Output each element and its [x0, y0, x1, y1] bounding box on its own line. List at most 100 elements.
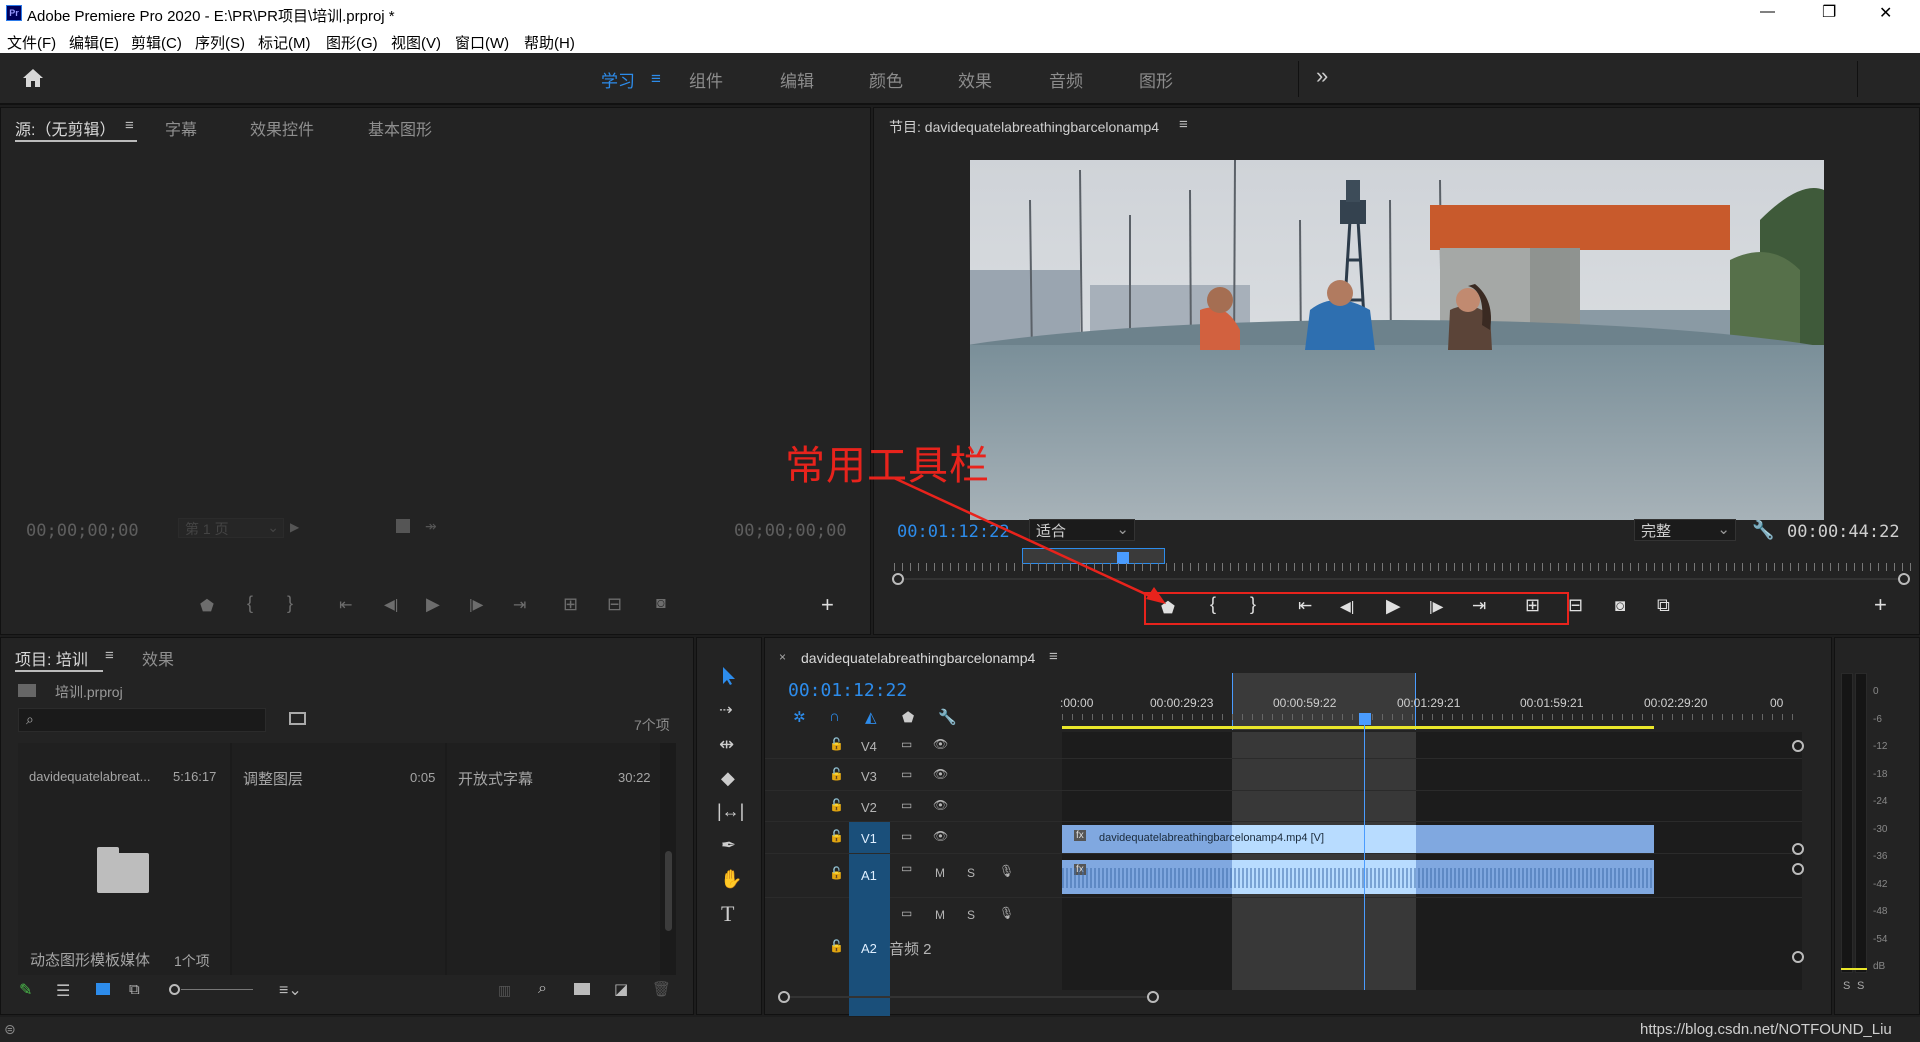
slip-tool-icon[interactable]: |↔| [717, 801, 744, 822]
nest-icon[interactable]: ✲ [793, 708, 806, 726]
project-item[interactable]: 开放式字幕 30:22 [447, 743, 660, 975]
type-tool-icon[interactable]: T [721, 901, 734, 927]
workspace-tab-graphics[interactable]: 图形 [1139, 67, 1173, 92]
sync-lock-icon[interactable]: ▭ [901, 829, 912, 843]
menu-window[interactable]: 窗口(W) [455, 32, 509, 53]
timeline-settings-icon[interactable]: 🔧 [938, 708, 957, 726]
tab-captions[interactable]: 字幕 [165, 116, 197, 140]
comparison-view-icon[interactable]: ⧉ [1657, 595, 1670, 616]
project-item[interactable]: 调整图层 0:05 [232, 743, 445, 975]
mic-icon[interactable]: 🎙 [999, 864, 1014, 878]
tab-source[interactable]: 源:（无剪辑） [15, 116, 115, 140]
menu-graphics[interactable]: 图形(G) [326, 32, 378, 53]
freeform-view-icon[interactable]: ⧉ [129, 981, 140, 998]
workspace-tab-assembly[interactable]: 组件 [689, 67, 723, 92]
tab-project[interactable]: 项目: 培训 [15, 646, 88, 670]
sequence-tab[interactable]: davidequatelabreathingbarcelonamp4 [801, 650, 1035, 666]
razor-tool-icon[interactable]: ◆ [721, 768, 735, 789]
sync-lock-icon[interactable]: ▭ [901, 861, 912, 875]
source-marker-icon[interactable]: ⬟ [200, 596, 214, 616]
solo-left-button[interactable]: S [1843, 980, 1850, 992]
write-lock-icon[interactable]: ✎ [19, 980, 32, 1000]
source-insert-icon[interactable]: ⊞ [563, 594, 578, 615]
workspace-tab-learn[interactable]: 学习 [601, 67, 635, 92]
minimize-button[interactable]: — [1760, 3, 1775, 20]
tab-effect-controls[interactable]: 效果控件 [250, 116, 314, 140]
tab-effects[interactable]: 效果 [142, 646, 174, 670]
timeline-marker-icon[interactable]: ⬟ [902, 709, 914, 726]
settings-wrench-icon[interactable]: 🔧 [1752, 520, 1774, 541]
solo-button[interactable]: S [967, 866, 975, 880]
v-scroll-video-bottom[interactable] [1792, 843, 1804, 855]
project-item[interactable]: davidequatelabreat... 5:16:17 动态图形模板媒体 1… [18, 743, 230, 975]
step-forward-icon[interactable]: |▶ [1429, 598, 1443, 615]
program-scroll-end[interactable] [1898, 573, 1910, 585]
eye-icon[interactable]: 👁 [933, 737, 948, 751]
maximize-button[interactable]: ❐ [1822, 2, 1836, 22]
zoom-slider-track[interactable] [181, 989, 253, 990]
menu-edit[interactable]: 编辑(E) [69, 32, 119, 53]
sequence-timecode[interactable]: 00:01:12:22 [788, 680, 907, 701]
new-bin-icon[interactable] [574, 983, 590, 995]
menu-marker[interactable]: 标记(M) [258, 32, 311, 53]
program-add-button[interactable]: + [1874, 592, 1887, 618]
mark-in-icon[interactable]: { [1210, 594, 1216, 615]
source-mark-in-icon[interactable]: { [247, 593, 253, 614]
lock-icon[interactable]: 🔓 [829, 798, 844, 812]
play-icon[interactable]: ▶ [1386, 595, 1401, 618]
menu-help[interactable]: 帮助(H) [524, 32, 575, 53]
project-search-input[interactable] [18, 708, 266, 732]
source-overwrite-icon[interactable]: ⊟ [607, 594, 622, 615]
source-mark-out-icon[interactable]: } [287, 593, 293, 614]
workspace-tab-audio[interactable]: 音频 [1049, 67, 1083, 92]
list-view-icon[interactable]: ☰ [56, 981, 70, 1001]
workspace-tab-color[interactable]: 颜色 [869, 67, 903, 92]
go-to-in-icon[interactable]: ⇤ [1298, 596, 1312, 616]
track-select-tool-icon[interactable]: ⇢ [719, 700, 732, 720]
project-menu-icon[interactable]: ≡ [105, 647, 114, 664]
h-scroll-start[interactable] [778, 991, 790, 1003]
automate-icon[interactable]: ▥ [498, 982, 511, 999]
tab-essential-graphics[interactable]: 基本图形 [368, 116, 432, 140]
menu-view[interactable]: 视图(V) [391, 32, 441, 53]
zoom-slider-handle[interactable] [169, 984, 180, 995]
program-title[interactable]: 节目: davidequatelabreathingbarcelonamp4 [889, 117, 1159, 137]
close-sequence-icon[interactable]: × [779, 650, 786, 664]
lock-icon[interactable]: 🔓 [829, 737, 844, 751]
new-item-icon[interactable]: ◪ [614, 980, 628, 998]
source-timecode-out[interactable]: 00;00;00;00 [734, 521, 847, 541]
new-search-bin-icon[interactable] [289, 712, 306, 725]
selection-tool-icon[interactable] [721, 666, 737, 686]
audio-clip[interactable]: fx [1062, 860, 1654, 894]
icon-view-icon[interactable] [96, 983, 110, 995]
sync-lock-icon[interactable]: ▭ [901, 767, 912, 781]
menu-file[interactable]: 文件(F) [7, 32, 56, 53]
lift-icon[interactable]: ⊞ [1525, 595, 1540, 616]
extract-icon[interactable]: ⊟ [1568, 595, 1583, 616]
export-frame-icon[interactable]: ◙ [1615, 596, 1625, 616]
source-camera-icon[interactable]: ◙ [656, 595, 666, 613]
delete-icon[interactable]: 🗑 [652, 980, 671, 998]
sync-lock-icon[interactable]: ▭ [901, 906, 912, 920]
pen-tool-icon[interactable]: ✒ [721, 835, 736, 856]
sync-lock-icon[interactable]: ▭ [901, 798, 912, 812]
program-video-frame[interactable] [970, 160, 1824, 520]
eye-icon[interactable]: 👁 [933, 767, 948, 781]
menu-sequence[interactable]: 序列(S) [195, 32, 245, 53]
mute-button[interactable]: M [935, 866, 945, 880]
eye-icon[interactable]: 👁 [933, 829, 948, 843]
v-scroll-audio-top[interactable] [1792, 863, 1804, 875]
source-timecode-in[interactable]: 00;00;00;00 [26, 521, 139, 541]
mute-button[interactable]: M [935, 908, 945, 922]
source-step-fwd-icon[interactable]: |▶ [469, 596, 483, 613]
mic-icon[interactable]: 🎙 [999, 906, 1014, 920]
source-go-in-icon[interactable]: ⇤ [339, 595, 352, 615]
more-workspaces-icon[interactable]: » [1316, 63, 1328, 89]
v-scroll-video-top[interactable] [1792, 740, 1804, 752]
project-scrollbar[interactable] [665, 851, 672, 931]
source-go-out-icon[interactable]: ⇥ [513, 595, 526, 615]
menu-clip[interactable]: 剪辑(C) [131, 32, 182, 53]
go-to-out-icon[interactable]: ⇥ [1472, 596, 1486, 616]
solo-right-button[interactable]: S [1857, 980, 1864, 992]
sequence-menu-icon[interactable]: ≡ [1049, 648, 1058, 665]
